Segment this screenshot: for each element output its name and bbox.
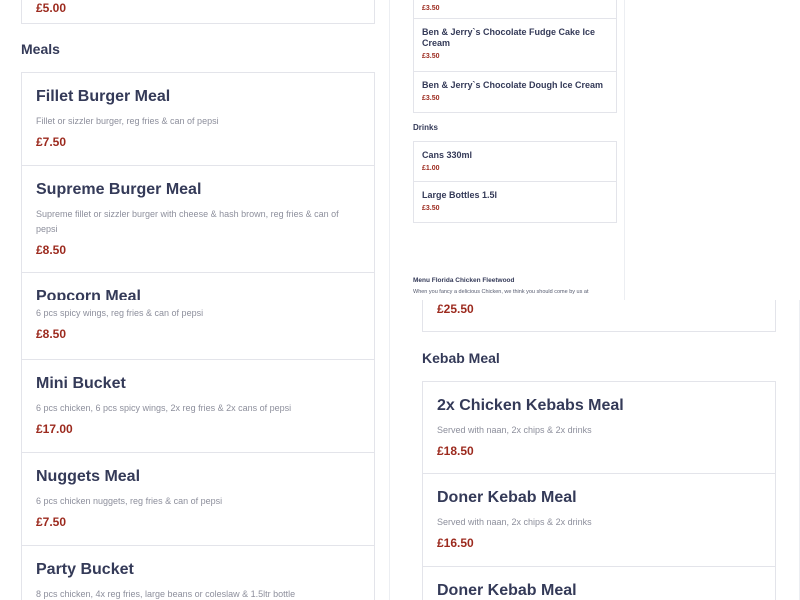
left-top-menu-panel: £5.00 Meals Fillet Burger Meal Fillet or… [0,0,390,300]
item-description: Fillet or sizzler burger, reg fries & ca… [36,116,219,126]
menu-item[interactable]: Mini Bucket 6 pcs chicken, 6 pcs spicy w… [21,360,375,453]
item-price: £7.50 [36,515,67,529]
menu-item[interactable]: Doner Kebab Meal [422,567,776,600]
item-name: Doner Kebab Meal [437,582,577,599]
menu-item[interactable]: Doner Kebab Meal Served with naan, 2x ch… [422,474,776,567]
item-description: 6 pcs chicken nuggets, reg fries & can o… [36,496,223,506]
item-price: £3.50 [422,205,440,212]
meals-list-continued: 6 pcs spicy wings, reg fries & can of pe… [21,300,375,600]
footer-text: When you fancy a delicious Chicken, we t… [413,289,589,295]
item-description: Served with naan, 2x chips & 2x drinks [437,425,592,435]
item-name: Fillet Burger Meal [36,88,171,105]
item-name: Party Bucket [36,561,134,578]
menu-item[interactable]: Ben & Jerry`s Chocolate Dough Ice Cream … [413,72,617,113]
item-price: £8.50 [36,243,67,257]
item-name: Cans 330ml [422,150,473,160]
partial-menu-item[interactable]: £5.00 [21,0,375,24]
section-title-meals: Meals [21,41,60,57]
item-price: £17.00 [36,422,73,436]
right-bottom-menu-panel: £25.50 Kebab Meal 2x Chicken Kebabs Meal… [390,300,800,600]
section-title-drinks: Drinks [413,123,438,132]
item-name: Nuggets Meal [36,468,141,485]
item-name: Popcorn Meal [36,288,141,300]
item-price: £1.00 [422,165,440,172]
menu-item[interactable]: Nuggets Meal 6 pcs chicken nuggets, reg … [21,453,375,546]
item-price: £5.00 [36,1,67,15]
item-price: £7.50 [36,135,67,149]
footer-title: Menu Florida Chicken Fleetwood [413,277,515,284]
menu-item[interactable]: 6 pcs spicy wings, reg fries & can of pe… [21,300,375,360]
desserts-list: £3.50 Ben & Jerry`s Chocolate Fudge Cake… [413,0,617,113]
item-price: £25.50 [437,302,474,316]
meals-list: Fillet Burger Meal Fillet or sizzler bur… [21,72,375,300]
item-name: Supreme Burger Meal [36,181,202,198]
drinks-list: Cans 330ml £1.00 Large Bottles 1.5l £3.5… [413,141,617,223]
partial-menu-item[interactable]: £25.50 [422,300,776,332]
menu-item[interactable]: Fillet Burger Meal Fillet or sizzler bur… [21,72,375,166]
item-name: Ben & Jerry`s Chocolate Dough Ice Cream [422,80,604,90]
item-price: £18.50 [437,444,474,458]
menu-item[interactable]: Party Bucket 8 pcs chicken, 4x reg fries… [21,546,375,600]
item-price: £3.50 [422,53,440,60]
item-name: 2x Chicken Kebabs Meal [437,397,624,414]
menu-item[interactable]: Popcorn Meal [21,273,375,300]
item-description: 6 pcs spicy wings, reg fries & can of pe… [36,308,204,318]
item-price: £3.50 [422,5,440,12]
item-name: Mini Bucket [36,375,126,392]
item-description: Supreme fillet or sizzler burger with ch… [36,209,339,234]
item-description: 6 pcs chicken, 6 pcs spicy wings, 2x reg… [36,403,292,413]
left-bottom-menu-panel: 6 pcs spicy wings, reg fries & can of pe… [0,300,390,600]
menu-item[interactable]: Cans 330ml £1.00 [413,141,617,182]
item-price: £8.50 [36,327,67,341]
item-name: Doner Kebab Meal [437,489,577,506]
item-price: £3.50 [422,95,440,102]
menu-item[interactable]: Supreme Burger Meal Supreme fillet or si… [21,166,375,273]
item-description: Served with naan, 2x chips & 2x drinks [437,517,592,527]
section-title-kebab-meal: Kebab Meal [422,350,500,366]
item-description: 8 pcs chicken, 4x reg fries, large beans… [36,589,296,599]
kebab-meal-list: 2x Chicken Kebabs Meal Served with naan,… [422,381,776,600]
item-name: Large Bottles 1.5l [422,190,498,200]
menu-item[interactable]: Ben & Jerry`s Chocolate Fudge Cake Ice C… [413,19,617,72]
menu-item[interactable]: Large Bottles 1.5l £3.50 [413,182,617,223]
item-name: Ben & Jerry`s Chocolate Fudge Cake Ice C… [422,27,596,48]
middle-menu-panel: £3.50 Ben & Jerry`s Chocolate Fudge Cake… [390,0,625,300]
menu-item[interactable]: £3.50 [413,0,617,19]
menu-item[interactable]: 2x Chicken Kebabs Meal Served with naan,… [422,381,776,474]
item-price: £16.50 [437,536,474,550]
